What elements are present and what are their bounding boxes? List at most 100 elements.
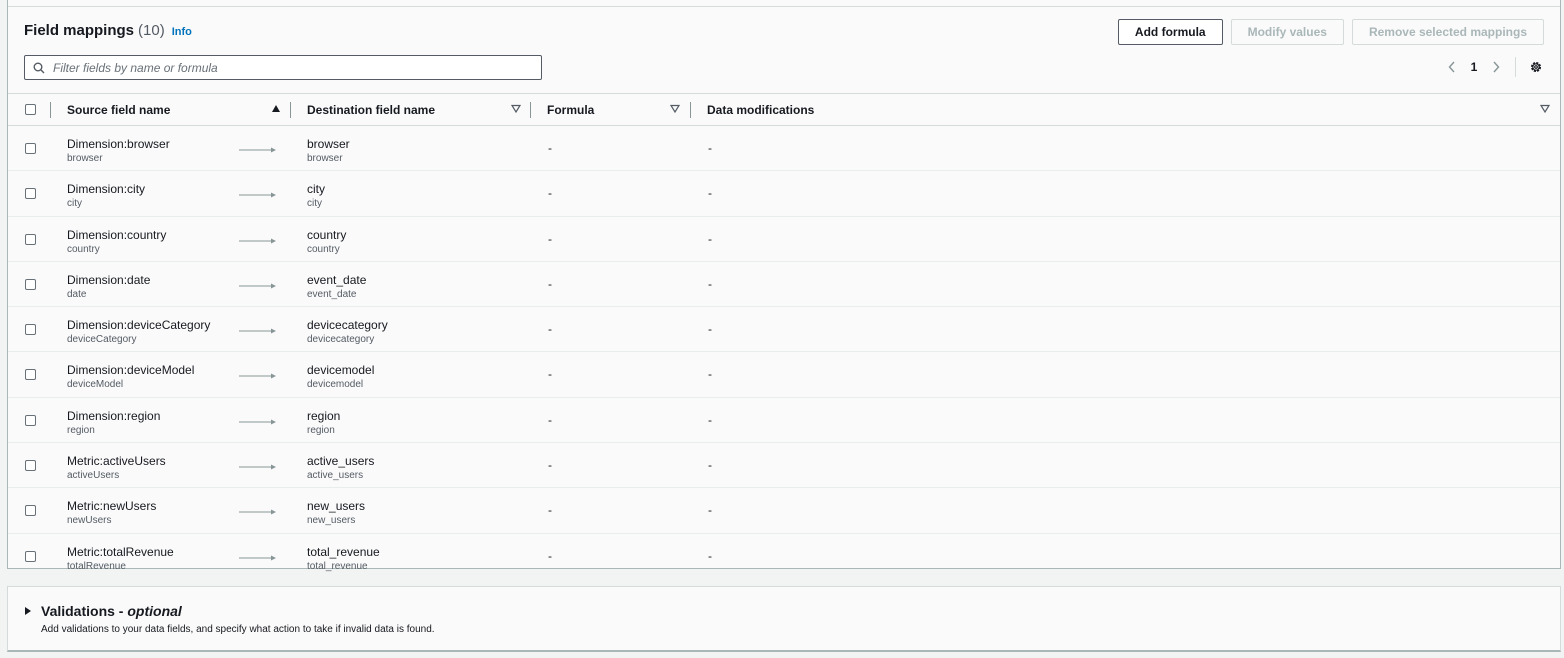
row-select-checkbox[interactable]: [25, 550, 36, 562]
validations-section: Validations - optional Add validations t…: [7, 586, 1561, 652]
arrow-right-icon: [239, 373, 276, 379]
modify-values-button[interactable]: Modify values: [1230, 19, 1344, 45]
source-field-name: Metric:totalRevenue: [67, 544, 174, 559]
row-select-checkbox[interactable]: [25, 369, 36, 381]
formula-value: -: [548, 141, 552, 155]
formula-value: -: [548, 458, 552, 473]
formula-value: -: [548, 276, 552, 291]
source-field-subtext: country: [67, 243, 100, 255]
destination-field-subtext: region: [307, 424, 335, 436]
destination-field-name: active_users: [307, 454, 375, 469]
destination-field-name: devicemodel: [307, 363, 375, 378]
preferences-button[interactable]: [1526, 57, 1546, 77]
validations-description: Add validations to your data fields, and…: [41, 624, 435, 635]
column-header-source[interactable]: Source field name: [67, 94, 170, 125]
panel-header: Field mappings (10) Info: [24, 22, 192, 39]
row-select-checkbox[interactable]: [25, 233, 36, 245]
filter-search-box[interactable]: [24, 55, 542, 80]
arrow-right-icon: [239, 419, 276, 425]
destination-field-subtext: new_users: [307, 515, 356, 527]
source-field-subtext: activeUsers: [67, 470, 120, 482]
add-formula-button[interactable]: Add formula: [1117, 19, 1223, 45]
formula-value: -: [548, 186, 552, 201]
table-header: Source field name Destination field name…: [8, 93, 1560, 126]
source-field-subtext: browser: [67, 153, 103, 164]
destination-field-subtext: browser: [307, 153, 343, 164]
formula-value: -: [548, 367, 552, 382]
sort-toggle-icon[interactable]: [670, 104, 680, 113]
pager-divider: [1515, 57, 1516, 77]
arrow-right-icon: [239, 555, 276, 561]
arrow-right-icon: [239, 464, 276, 470]
formula-value: -: [548, 412, 552, 427]
sort-toggle-icon[interactable]: [1540, 104, 1550, 113]
info-link[interactable]: Info: [172, 26, 192, 38]
source-field-name: Dimension:date: [67, 272, 151, 287]
row-select-checkbox[interactable]: [25, 278, 36, 290]
validations-heading[interactable]: Validations - optional: [41, 603, 182, 619]
formula-value: -: [548, 503, 552, 518]
row-select-checkbox[interactable]: [25, 324, 36, 336]
row-select-checkbox[interactable]: [25, 460, 36, 472]
data-modifications-value: -: [708, 458, 712, 473]
source-field-name: Dimension:city: [67, 182, 146, 197]
source-field-name: Dimension:deviceCategory: [67, 318, 211, 333]
column-header-formula[interactable]: Formula: [547, 94, 594, 125]
data-modifications-value: -: [708, 548, 712, 563]
data-modifications-value: -: [708, 322, 712, 337]
source-field-name: Dimension:deviceModel: [67, 363, 195, 378]
destination-field-subtext: city: [307, 198, 322, 210]
destination-field-name: event_date: [307, 272, 367, 287]
mappings-table: Source field name Destination field name…: [8, 93, 1560, 578]
remove-selected-mappings-button[interactable]: Remove selected mappings: [1351, 19, 1544, 45]
table-row: Dimension:deviceCategory deviceCategory …: [8, 307, 1560, 353]
data-modifications-value: -: [708, 412, 712, 427]
caret-right-icon[interactable]: [24, 606, 32, 616]
table-row: Metric:activeUsers activeUsers active_us…: [8, 443, 1560, 489]
data-modifications-value: -: [708, 367, 712, 382]
table-row: Dimension:deviceModel deviceModel device…: [8, 352, 1560, 398]
source-field-name: Metric:newUsers: [67, 499, 157, 514]
page-title: Field mappings: [24, 22, 135, 39]
destination-field-subtext: devicemodel: [307, 379, 364, 391]
select-all-checkbox[interactable]: [25, 104, 36, 115]
sort-toggle-icon[interactable]: [511, 104, 521, 113]
row-select-checkbox[interactable]: [25, 414, 36, 426]
destination-field-subtext: event_date: [307, 288, 357, 300]
current-page-number[interactable]: 1: [1463, 60, 1485, 74]
arrow-right-icon: [239, 283, 276, 289]
source-field-name: Dimension:region: [67, 408, 161, 423]
gear-icon: [1530, 61, 1542, 73]
destination-field-name: region: [307, 408, 341, 423]
next-page-button[interactable]: [1485, 57, 1507, 77]
arrow-right-icon: [239, 509, 276, 515]
row-select-checkbox[interactable]: [25, 143, 36, 154]
field-mappings-panel: Field mappings (10) Info Add formula Mod…: [7, 0, 1561, 572]
formula-value: -: [548, 322, 552, 337]
column-separator: [290, 102, 291, 118]
source-field-subtext: city: [67, 198, 82, 210]
chevron-left-icon: [1448, 61, 1455, 73]
column-separator: [690, 102, 691, 118]
source-field-name: Metric:activeUsers: [67, 454, 166, 469]
row-select-checkbox[interactable]: [25, 188, 36, 200]
destination-field-name: country: [307, 227, 347, 242]
destination-field-name: total_revenue: [307, 544, 380, 559]
table-row: Metric:totalRevenue totalRevenue total_r…: [8, 534, 1560, 578]
chevron-right-icon: [1493, 61, 1500, 73]
filter-input[interactable]: [51, 59, 541, 76]
previous-page-button[interactable]: [1441, 57, 1463, 77]
formula-value: -: [548, 231, 552, 246]
source-field-subtext: deviceCategory: [67, 334, 137, 346]
column-header-data-modifications[interactable]: Data modifications: [707, 94, 814, 125]
arrow-right-icon: [239, 147, 276, 153]
source-field-name: Dimension:browser: [67, 137, 170, 151]
table-row: Dimension:browser browser browser browse…: [8, 126, 1560, 172]
destination-field-name: browser: [307, 137, 350, 151]
row-select-checkbox[interactable]: [25, 505, 36, 517]
data-modifications-value: -: [708, 276, 712, 291]
destination-field-subtext: total_revenue: [307, 560, 368, 572]
sort-ascending-icon[interactable]: [271, 104, 281, 113]
pagination: 1: [1441, 57, 1546, 77]
column-header-destination[interactable]: Destination field name: [307, 94, 435, 125]
